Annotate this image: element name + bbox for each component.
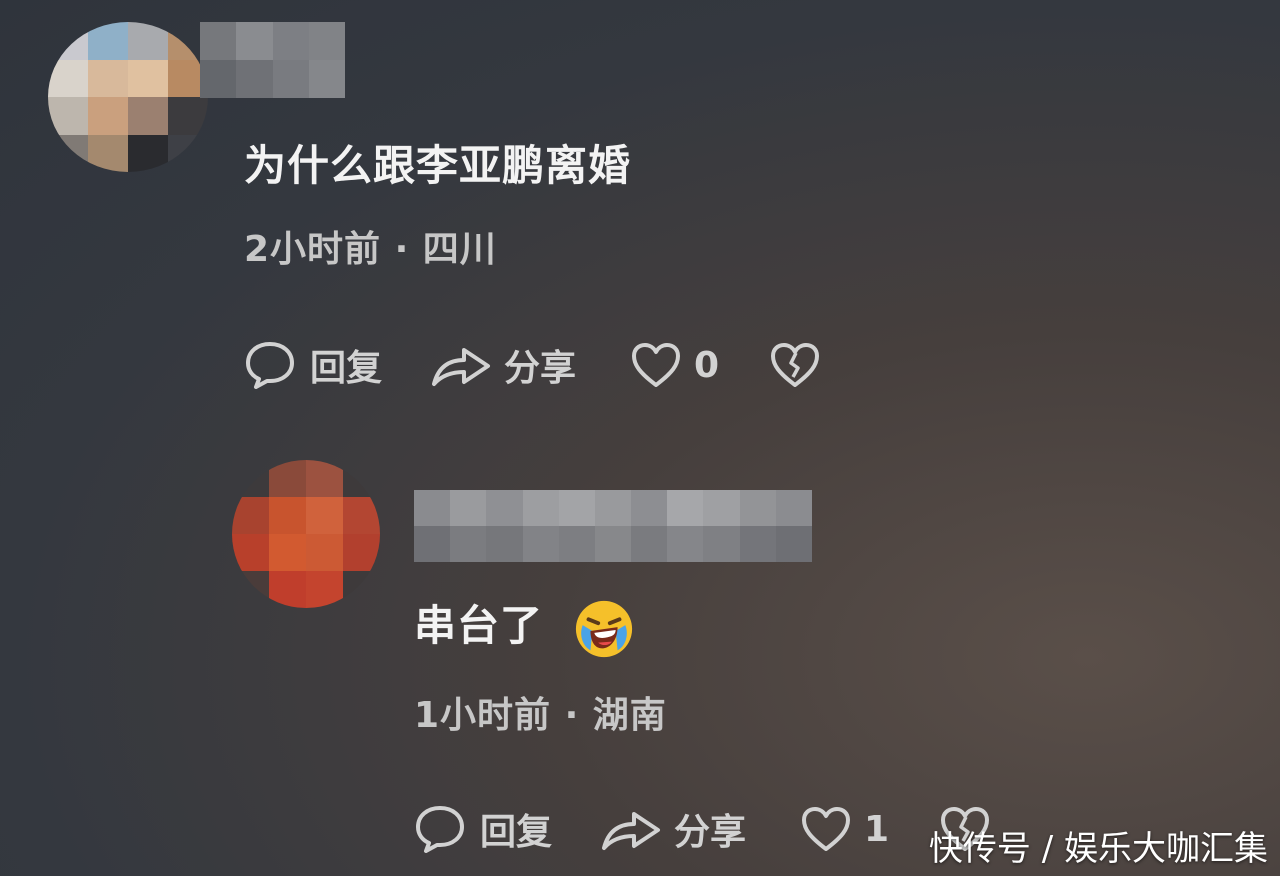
comment-text: 串台了 [414,592,635,660]
like-button[interactable]: 0 [630,341,719,389]
comment-actions: 回复 分享 1 [414,804,991,854]
share-button[interactable]: 分享 [600,803,746,855]
pixelated-avatar-image [48,22,208,172]
reply-button[interactable]: 回复 [414,803,552,855]
comment-meta: 1小时前 · 湖南 [414,695,667,736]
comment-text-content: 串台了 [414,601,544,650]
like-count: 0 [694,344,720,386]
speech-bubble-icon [416,806,464,853]
share-arrow-icon [602,812,661,850]
avatar-user-2[interactable] [232,460,380,608]
avatar-user-1[interactable] [48,22,208,172]
reply-button[interactable]: 回复 [244,339,382,391]
laughing-crying-emoji-icon [575,600,632,657]
share-arrow-icon [432,348,491,386]
comment-text: 为什么跟李亚鹏离婚 [244,141,632,190]
share-label: 分享 [504,348,577,389]
blurred-username-1[interactable] [200,22,345,98]
reply-label: 回复 [310,348,383,389]
heart-icon [802,807,851,851]
watermark: 快传号 / 娱乐大咖汇集 [928,829,1268,869]
reply-label: 回复 [480,812,553,853]
pixelated-avatar-image [232,460,380,608]
like-button[interactable]: 1 [800,805,889,853]
share-button[interactable]: 分享 [430,339,576,391]
comment-actions: 回复 分享 0 [244,340,821,390]
speech-bubble-icon [246,342,294,389]
like-count: 1 [864,808,890,850]
share-label: 分享 [674,812,747,853]
dislike-button[interactable] [769,341,821,389]
comment-meta: 2小时前 · 四川 [244,229,497,270]
heart-icon [632,343,681,387]
broken-heart-icon [771,343,820,387]
blurred-username-2[interactable] [414,490,812,562]
